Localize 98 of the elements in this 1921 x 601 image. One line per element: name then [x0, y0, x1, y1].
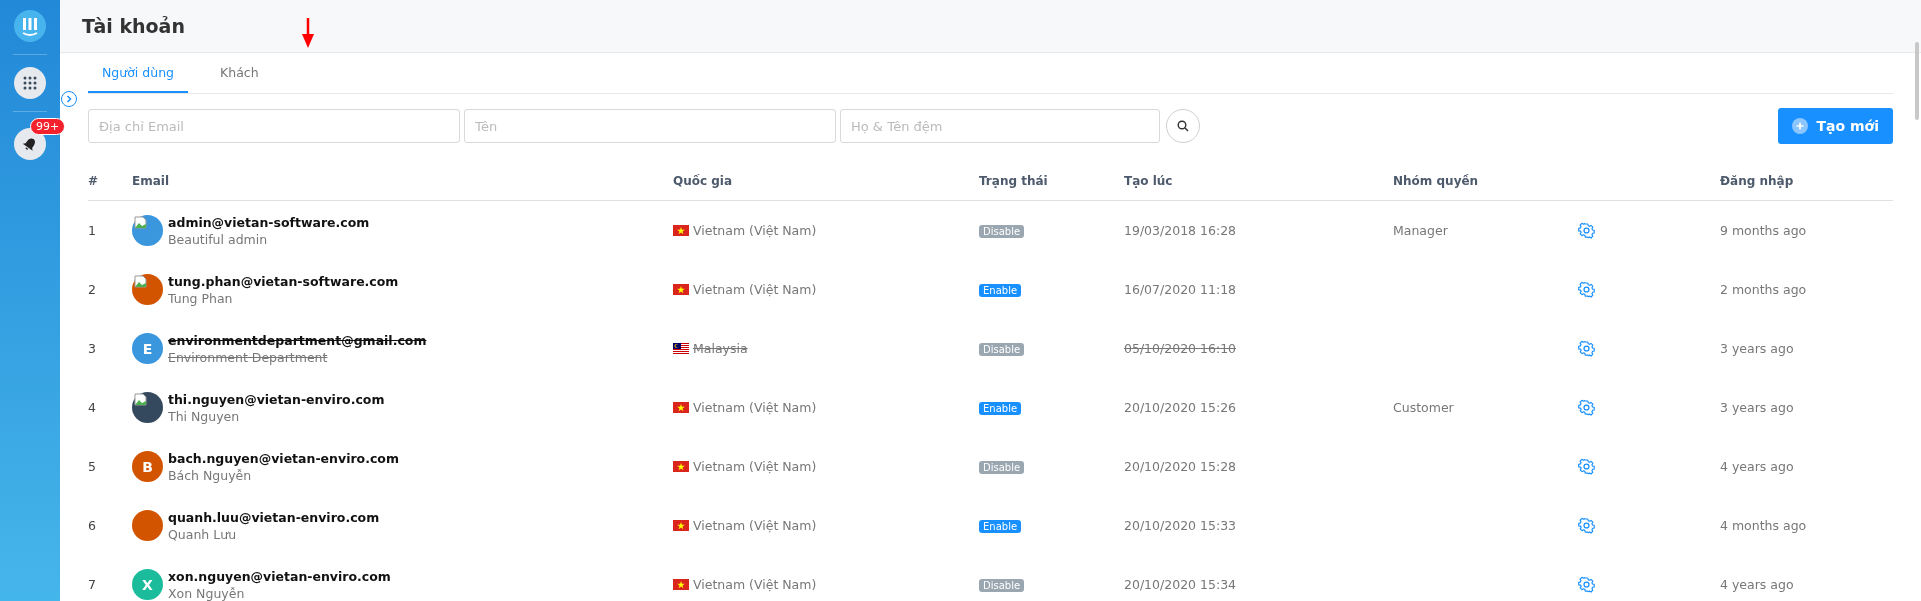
settings-icon[interactable] [1578, 340, 1595, 357]
user-name: Bách Nguyễn [168, 467, 253, 483]
country-name: Vietnam (Việt Nam) [693, 459, 817, 474]
plus-icon [1791, 118, 1808, 134]
column-header: Nhóm quyền [1393, 174, 1480, 188]
created-time: 19/03/2018 16:28 [1124, 223, 1238, 238]
user-email: xon.nguyen@vietan-enviro.com [168, 568, 391, 584]
user-email: quanh.luu@vietan-enviro.com [168, 509, 380, 525]
flag-icon [673, 520, 689, 531]
avatar: X [132, 569, 163, 600]
flag-icon [673, 461, 689, 472]
tab[interactable]: Người dùng [88, 53, 188, 93]
status-badge: Disable [979, 579, 1025, 592]
status-badge: Enable [979, 402, 1022, 415]
apps-grid-button[interactable] [14, 67, 46, 99]
row-number: 4 [88, 400, 97, 415]
user-email: admin@vietan-software.com [168, 214, 370, 230]
status-badge: Enable [979, 284, 1022, 297]
last-login: 4 years ago [1720, 459, 1795, 474]
column-header: Tạo lúc [1124, 174, 1174, 188]
filter-field[interactable]: Họ & Tên đệm [840, 109, 1160, 143]
country-name: Vietnam (Việt Nam) [693, 518, 817, 533]
notification-button[interactable] [14, 128, 46, 160]
user-email: environmentdepartment@gmail.com [168, 332, 427, 348]
broken-image-icon [134, 216, 148, 230]
row-number: 5 [88, 459, 97, 474]
created-time: 05/10/2020 16:10 [1124, 341, 1238, 356]
created-time: 20/10/2020 15:33 [1124, 518, 1238, 533]
row-number: 7 [88, 577, 97, 592]
expand-sidebar-button[interactable] [61, 91, 77, 107]
last-login: 3 years ago [1720, 341, 1795, 356]
flag-icon [673, 284, 689, 295]
column-header: Trạng thái [979, 174, 1049, 188]
tab[interactable]: Khách [206, 53, 273, 93]
grid-icon [22, 75, 38, 91]
flag-icon [673, 402, 689, 413]
last-login: 9 months ago [1720, 223, 1808, 238]
last-login: 3 years ago [1720, 400, 1795, 415]
annotation-arrow [302, 18, 314, 48]
column-header: Đăng nhập [1720, 174, 1795, 188]
settings-icon[interactable] [1578, 458, 1595, 475]
create-button[interactable]: Tạo mới [1777, 108, 1893, 144]
scrollbar[interactable] [1915, 42, 1919, 120]
last-login: 4 months ago [1720, 518, 1808, 533]
user-email: tung.phan@vietan-software.com [168, 273, 399, 289]
user-email: bach.nguyen@vietan-enviro.com [168, 450, 399, 466]
chevron-right-icon [64, 94, 74, 104]
settings-icon[interactable] [1578, 517, 1595, 534]
country-name: Vietnam (Việt Nam) [693, 577, 817, 592]
page-title: Tài khoản [82, 15, 185, 37]
bell-icon [22, 136, 38, 152]
role-group: Manager [1393, 223, 1448, 238]
avatar: E [132, 333, 163, 364]
user-name: Xon Nguyễn [168, 585, 246, 601]
country-name: Vietnam (Việt Nam) [693, 223, 817, 238]
created-time: 20/10/2020 15:28 [1124, 459, 1238, 474]
column-header: Email [132, 174, 171, 188]
avatar: B [132, 451, 163, 482]
user-name: Quanh Lưu [168, 526, 238, 542]
user-email: thi.nguyen@vietan-enviro.com [168, 391, 385, 407]
role-group: Customer [1393, 400, 1454, 415]
search-button[interactable] [1166, 109, 1200, 143]
flag-icon [673, 579, 689, 590]
user-name: Beautiful admin [168, 231, 269, 247]
search-icon [1177, 120, 1189, 132]
country-name: Vietnam (Việt Nam) [693, 282, 817, 297]
row-number: 3 [88, 341, 97, 356]
created-time: 16/07/2020 11:18 [1124, 282, 1238, 297]
user-name: Tung Phan [168, 290, 234, 306]
last-login: 2 months ago [1720, 282, 1808, 297]
country-name: Vietnam (Việt Nam) [693, 400, 817, 415]
broken-image-icon [134, 393, 148, 407]
filter-field[interactable]: Tên [464, 109, 836, 143]
country-name: Malaysia [693, 341, 748, 356]
created-time: 20/10/2020 15:26 [1124, 400, 1238, 415]
user-name: Thi Nguyen [168, 408, 241, 424]
row-number: 2 [88, 282, 97, 297]
row-number: 6 [88, 518, 97, 533]
created-time: 20/10/2020 15:34 [1124, 577, 1238, 592]
status-badge: Disable [979, 225, 1025, 238]
status-badge: Enable [979, 520, 1022, 533]
logo-icon[interactable] [14, 10, 46, 42]
settings-icon[interactable] [1578, 576, 1595, 593]
user-name: Environment Department [168, 349, 329, 365]
notification-badge: 99+ [30, 118, 66, 135]
last-login: 4 years ago [1720, 577, 1795, 592]
broken-image-icon [134, 275, 148, 289]
settings-icon[interactable] [1578, 399, 1595, 416]
column-header: # [88, 174, 100, 188]
flag-icon [673, 343, 689, 354]
flag-icon [673, 225, 689, 236]
status-badge: Disable [979, 461, 1025, 474]
status-badge: Disable [979, 343, 1025, 356]
column-header: Quốc gia [673, 174, 734, 188]
settings-icon[interactable] [1578, 222, 1595, 239]
row-number: 1 [88, 223, 97, 238]
settings-icon[interactable] [1578, 281, 1595, 298]
filter-field[interactable]: Địa chỉ Email [88, 109, 460, 143]
